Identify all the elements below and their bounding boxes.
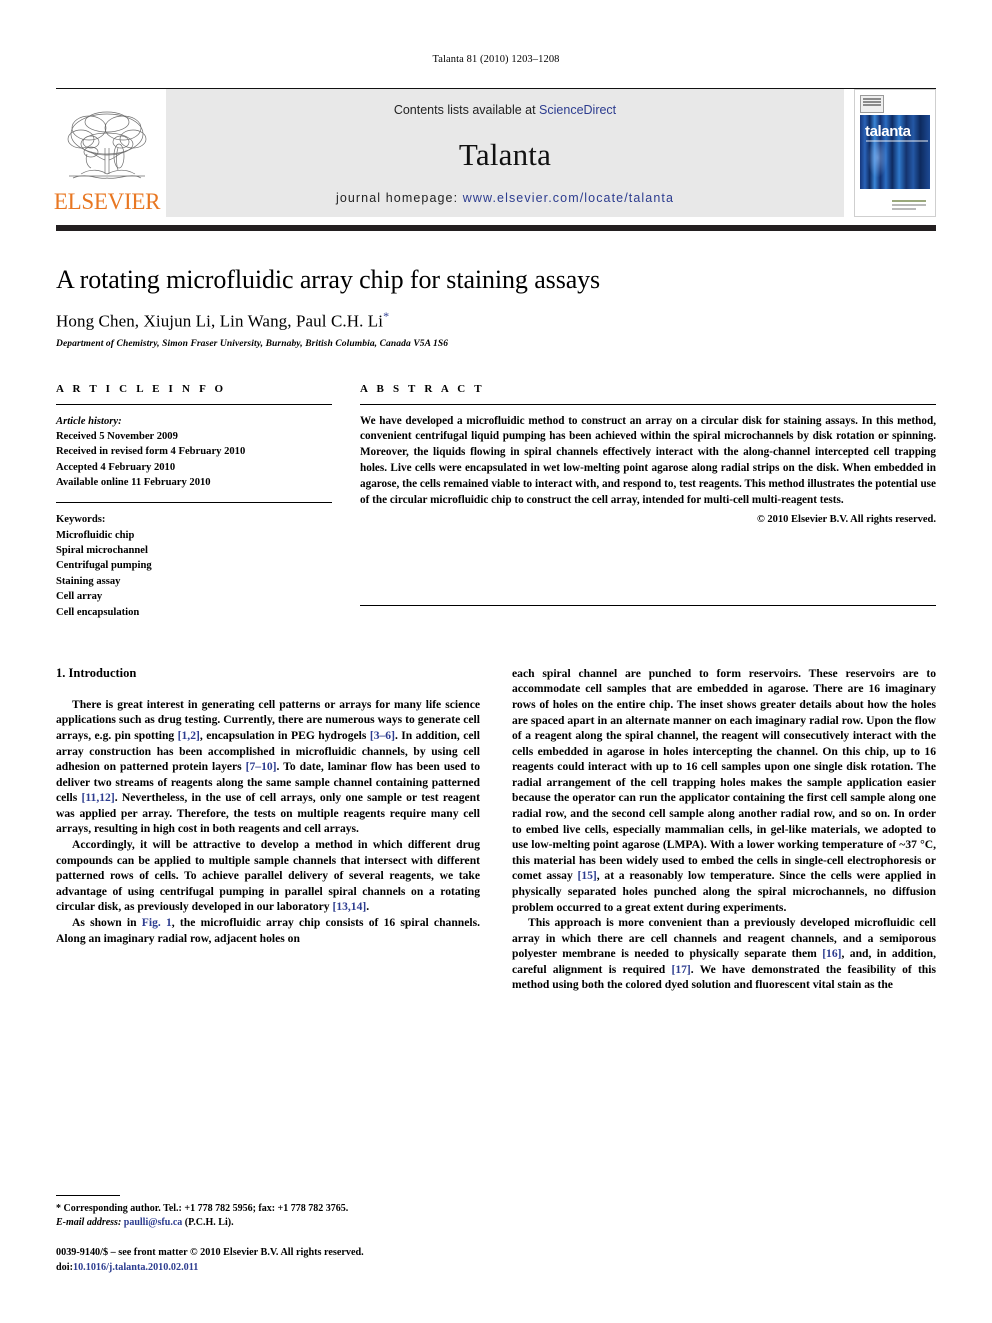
masthead-bottom-band	[56, 225, 936, 231]
cover-publisher-logo-icon	[860, 95, 884, 113]
journal-title: Talanta	[458, 136, 552, 172]
article-history-item: Accepted 4 February 2010	[56, 461, 176, 473]
article-info-heading: A R T I C L E I N F O	[56, 382, 227, 395]
journal-masthead: ELSEVIER Contents lists available at Sci…	[53, 88, 936, 217]
journal-homepage-line: journal homepage: www.elsevier.com/locat…	[336, 191, 674, 205]
sciencedirect-link[interactable]: ScienceDirect	[539, 103, 616, 117]
body-paragraph: each spiral channel are punched to form …	[512, 666, 936, 914]
email-link[interactable]: paulli@sfu.ca	[124, 1217, 182, 1228]
elsevier-logo: ELSEVIER	[53, 89, 161, 217]
figure-link[interactable]: Fig. 1	[142, 916, 172, 929]
cover-subtitle-rule	[866, 140, 928, 142]
cover-logo-lines	[863, 98, 881, 100]
corresponding-author-note: * Corresponding author. Tel.: +1 778 782…	[56, 1203, 349, 1215]
keyword-item: Cell encapsulation	[56, 606, 140, 618]
citation-link[interactable]: [16]	[822, 947, 841, 960]
keywords-label: Keywords:	[56, 514, 106, 526]
issn-line: 0039-9140/$ – see front matter © 2010 El…	[56, 1247, 364, 1259]
info-and-abstract: A R T I C L E I N F O Article history: R…	[56, 383, 936, 620]
article-info-column: A R T I C L E I N F O Article history: R…	[56, 383, 332, 620]
article-history-item: Received 5 November 2009	[56, 430, 178, 442]
abstract-heading: A B S T R A C T	[360, 382, 485, 395]
cover-journal-title: talanta	[865, 123, 911, 140]
corresponding-author-marker: *	[383, 308, 390, 323]
abstract-text: We have developed a microfluidic method …	[360, 414, 936, 507]
keyword-item: Cell array	[56, 591, 103, 603]
cover-artwork: talanta	[860, 115, 930, 189]
cover-footer-line-1	[892, 200, 926, 202]
author-names: Hong Chen, Xiujun Li, Lin Wang, Paul C.H…	[56, 311, 384, 331]
journal-cover-thumbnail: talanta	[854, 89, 936, 217]
elsevier-tree-icon	[67, 111, 147, 179]
body-paragraph: There is great interest in generating ce…	[56, 697, 480, 836]
footnote-area: * Corresponding author. Tel.: +1 778 782…	[56, 1195, 488, 1275]
keywords-block: Keywords: Microfluidic chip Spiral micro…	[56, 503, 332, 620]
affiliation: Department of Chemistry, Simon Fraser Un…	[56, 338, 449, 349]
cover-inner: talanta	[860, 95, 930, 212]
keyword-item: Centrifugal pumping	[56, 560, 152, 572]
email-note: E-mail address: paulli@sfu.ca (P.C.H. Li…	[56, 1216, 488, 1230]
keyword-item: Staining assay	[56, 575, 121, 587]
elsevier-wordmark: ELSEVIER	[53, 189, 161, 214]
abstract-copyright: © 2010 Elsevier B.V. All rights reserved…	[756, 513, 936, 525]
citation-link[interactable]: [13,14]	[332, 900, 366, 913]
citation-link[interactable]: [7–10]	[246, 760, 277, 773]
article-history-block: Article history: Received 5 November 200…	[56, 405, 332, 491]
cover-artwork-glow	[867, 137, 888, 178]
email-label: E-mail address:	[56, 1216, 122, 1228]
homepage-prefix: journal homepage:	[335, 191, 463, 205]
abstract-column: A B S T R A C T We have developed a micr…	[360, 383, 936, 620]
citation-link[interactable]: [3–6]	[370, 729, 395, 742]
body-column-left: 1. Introduction There is great interest …	[56, 666, 480, 993]
author-list: Hong Chen, Xiujun Li, Lin Wang, Paul C.H…	[56, 309, 936, 332]
journal-homepage-link[interactable]: www.elsevier.com/locate/talanta	[463, 191, 674, 205]
journal-article-page: Talanta 81 (2010) 1203–1208 ELSEVIER Con…	[0, 0, 992, 1323]
body-paragraph: Accordingly, it will be attractive to de…	[56, 838, 480, 914]
title-block: A rotating microfluidic array chip for s…	[56, 265, 936, 349]
contents-lists-prefix: Contents lists available at	[393, 103, 540, 117]
email-suffix: (P.C.H. Li).	[184, 1216, 234, 1228]
cover-footer-line-2	[892, 204, 926, 206]
doi-line: doi:10.1016/j.talanta.2010.02.011	[56, 1261, 488, 1275]
section-heading-introduction: 1. Introduction	[56, 665, 137, 680]
footnote-rule	[56, 1195, 120, 1197]
body-paragraph: As shown in Fig. 1, the microfluidic arr…	[56, 915, 480, 945]
contents-lists-line: Contents lists available at ScienceDirec…	[394, 103, 616, 117]
body-column-right: each spiral channel are punched to form …	[512, 666, 936, 993]
abstract-rule-bottom	[360, 604, 936, 606]
article-history-item: Received in revised form 4 February 2010	[56, 446, 246, 458]
article-body: 1. Introduction There is great interest …	[56, 666, 936, 993]
article-history-label: Article history:	[56, 415, 122, 427]
doi-label: doi:	[56, 1261, 73, 1273]
masthead-center-panel: Contents lists available at ScienceDirec…	[166, 89, 844, 217]
issn-copyright-block: 0039-9140/$ – see front matter © 2010 El…	[56, 1246, 488, 1275]
citation-link[interactable]: [17]	[671, 963, 690, 976]
cover-footer-marks	[892, 200, 926, 210]
cover-footer-line-3	[892, 208, 916, 210]
body-paragraph: This approach is more convenient than a …	[512, 916, 936, 992]
keyword-item: Spiral microchannel	[56, 545, 148, 557]
doi-link[interactable]: 10.1016/j.talanta.2010.02.011	[73, 1262, 198, 1273]
article-history-item: Available online 11 February 2010	[56, 476, 211, 488]
article-title: A rotating microfluidic array chip for s…	[56, 265, 601, 294]
citation-link[interactable]: [15]	[577, 869, 596, 882]
keyword-item: Microfluidic chip	[56, 529, 135, 541]
citation-link[interactable]: [1,2]	[178, 729, 200, 742]
citation-link[interactable]: [11,12]	[82, 791, 115, 804]
running-head: Talanta 81 (2010) 1203–1208	[432, 54, 560, 65]
